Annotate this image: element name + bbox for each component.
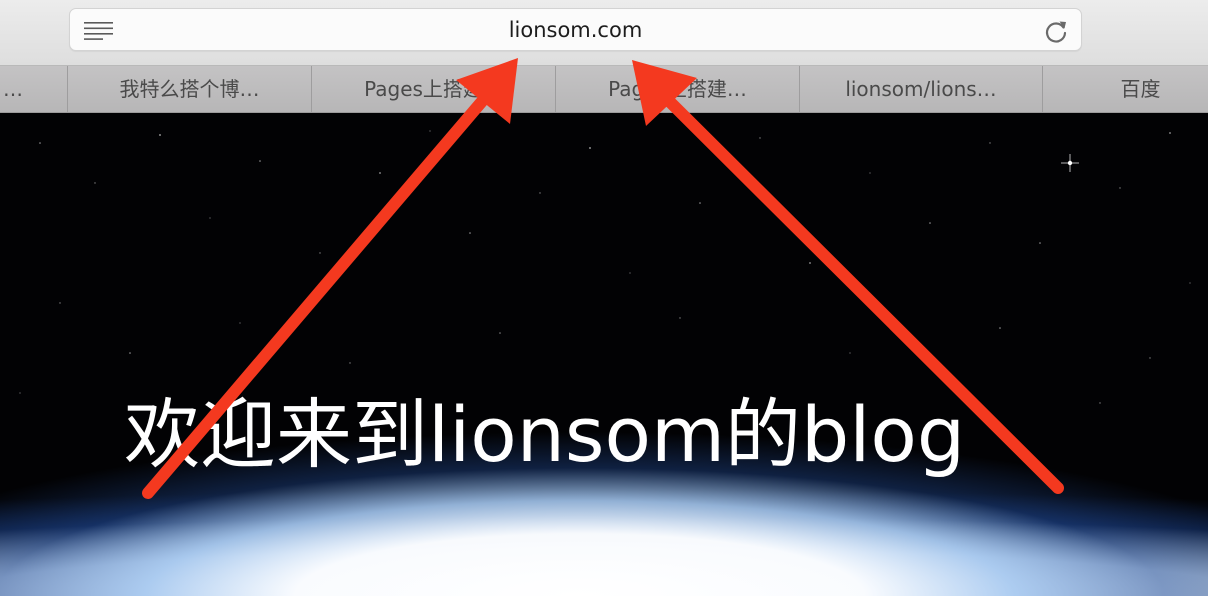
tab-5[interactable]: 百度 bbox=[1042, 66, 1208, 112]
url-text: lionsom.com bbox=[508, 18, 643, 42]
tab-4[interactable]: lionsom/lions… bbox=[799, 66, 1042, 112]
browser-toolbar: lionsom.com bbox=[0, 0, 1208, 66]
tab-1[interactable]: 我特么搭个博… bbox=[67, 66, 311, 112]
tab-3[interactable]: Pages上搭建… bbox=[555, 66, 799, 112]
hero-title: 欢迎来到lionsom的blog bbox=[124, 390, 966, 479]
reader-lines-icon[interactable] bbox=[84, 21, 113, 40]
page-hero: 欢迎来到lionsom的blog bbox=[0, 113, 1208, 596]
starfield-background bbox=[19, 130, 1191, 404]
tab-bar: … 我特么搭个博… Pages上搭建… Pages上搭建… lionsom/li… bbox=[0, 66, 1208, 113]
address-bar[interactable]: lionsom.com bbox=[69, 8, 1082, 51]
bright-star bbox=[1061, 154, 1079, 172]
reload-icon[interactable] bbox=[1043, 18, 1069, 44]
tab-0[interactable]: … bbox=[0, 66, 67, 112]
tab-2[interactable]: Pages上搭建… bbox=[311, 66, 555, 112]
